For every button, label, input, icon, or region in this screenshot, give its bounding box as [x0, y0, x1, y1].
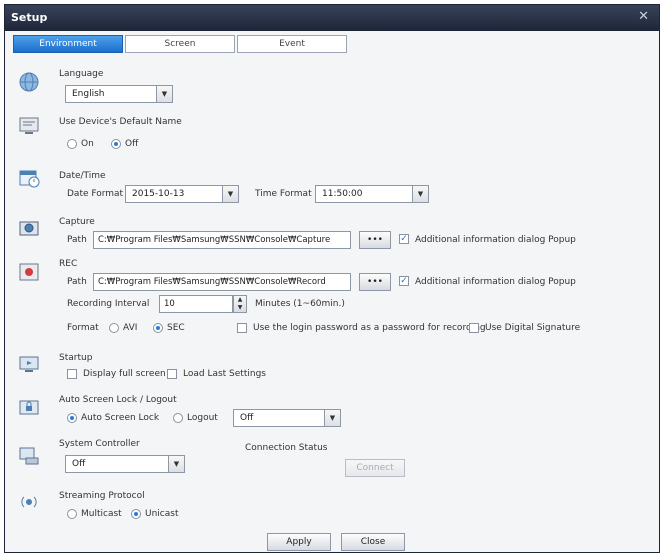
close-button[interactable]: Close	[341, 533, 405, 551]
capture-popup-label: Additional information dialog Popup	[415, 235, 576, 245]
time-format-value: 11:50:00	[322, 189, 363, 199]
lock-screen-icon	[19, 400, 39, 415]
default-name-on-radio[interactable]	[67, 139, 77, 149]
capture-browse-button[interactable]: •••	[359, 231, 391, 249]
rec-browse-button[interactable]: •••	[359, 273, 391, 291]
format-sec-label: SEC	[167, 323, 185, 333]
auto-lock-title: Auto Screen Lock / Logout	[59, 395, 177, 405]
rec-path-label: Path	[67, 277, 87, 287]
time-format-select[interactable]: 11:50:00 ▼	[315, 185, 429, 203]
logout-label: Logout	[187, 413, 218, 423]
connection-status-label: Connection Status	[245, 443, 328, 453]
controller-icon	[19, 447, 39, 465]
format-sec-radio[interactable]	[153, 323, 163, 333]
time-format-label: Time Format	[255, 189, 312, 199]
record-icon	[19, 263, 39, 281]
calendar-icon	[19, 170, 40, 188]
apply-button[interactable]: Apply	[267, 533, 331, 551]
system-controller-select[interactable]: Off ▼	[65, 455, 185, 473]
recording-interval-input[interactable]: 10	[159, 295, 233, 313]
full-screen-label: Display full screen	[83, 369, 166, 379]
tab-event[interactable]: Event	[237, 35, 347, 53]
chevron-down-icon: ▼	[222, 186, 238, 202]
tab-bar: Environment Screen Event	[13, 31, 359, 53]
format-label: Format	[67, 323, 99, 333]
capture-path-input[interactable]: C:₩Program Files₩Samsung₩SSN₩Console₩Cap…	[93, 231, 351, 249]
chevron-down-icon: ▼	[156, 86, 172, 102]
recording-interval-stepper[interactable]: ▲ ▼	[233, 295, 247, 313]
chevron-down-icon: ▼	[324, 410, 340, 426]
streaming-protocol-title: Streaming Protocol	[59, 491, 145, 501]
auto-lock-time-value: Off	[240, 413, 254, 423]
capture-title: Capture	[59, 217, 95, 227]
tab-screen[interactable]: Screen	[125, 35, 235, 53]
default-name-title: Use Device's Default Name	[59, 117, 182, 127]
default-name-off-radio[interactable]	[111, 139, 121, 149]
date-format-label: Date Format	[67, 189, 124, 199]
format-avi-label: AVI	[123, 323, 138, 333]
logout-radio[interactable]	[173, 413, 183, 423]
date-format-select[interactable]: 2015-10-13 ▼	[125, 185, 239, 203]
multicast-label: Multicast	[81, 509, 122, 519]
auto-screen-lock-radio[interactable]	[67, 413, 77, 423]
login-password-label: Use the login password as a password for…	[253, 323, 486, 333]
rec-path-input[interactable]: C:₩Program Files₩Samsung₩SSN₩Console₩Rec…	[93, 273, 351, 291]
globe-icon	[19, 72, 39, 92]
rec-title: REC	[59, 259, 78, 269]
environment-panel: Language English ▼ Use Device's Default …	[9, 55, 655, 535]
capture-popup-checkbox[interactable]: ✓	[399, 234, 409, 244]
rec-popup-label: Additional information dialog Popup	[415, 277, 576, 287]
system-controller-title: System Controller	[59, 439, 140, 449]
digital-signature-checkbox[interactable]	[469, 323, 479, 333]
startup-title: Startup	[59, 353, 93, 363]
rec-popup-checkbox[interactable]: ✓	[399, 276, 409, 286]
default-name-on-label: On	[81, 139, 94, 149]
language-value: English	[72, 89, 105, 99]
multicast-radio[interactable]	[67, 509, 77, 519]
close-icon[interactable]: ✕	[638, 9, 649, 24]
tab-environment[interactable]: Environment	[13, 35, 123, 53]
window-title: Setup	[11, 11, 48, 24]
system-controller-value: Off	[72, 459, 86, 469]
unicast-radio[interactable]	[131, 509, 141, 519]
chevron-down-icon[interactable]: ▼	[234, 304, 246, 312]
auto-lock-time-select[interactable]: Off ▼	[233, 409, 341, 427]
chevron-down-icon: ▼	[168, 456, 184, 472]
language-select[interactable]: English ▼	[65, 85, 173, 103]
monitor-icon	[19, 117, 39, 134]
auto-screen-lock-label: Auto Screen Lock	[81, 413, 160, 423]
recording-interval-unit: Minutes (1~60min.)	[255, 299, 345, 309]
login-password-checkbox[interactable]	[237, 323, 247, 333]
recording-interval-label: Recording Interval	[67, 299, 150, 309]
connect-button[interactable]: Connect	[345, 459, 405, 477]
capture-path-label: Path	[67, 235, 87, 245]
unicast-label: Unicast	[145, 509, 179, 519]
format-avi-radio[interactable]	[109, 323, 119, 333]
default-name-off-label: Off	[125, 139, 139, 149]
title-bar[interactable]: Setup ✕	[5, 5, 659, 31]
digital-signature-label: Use Digital Signature	[485, 323, 581, 333]
load-last-settings-checkbox[interactable]	[167, 369, 177, 379]
chevron-up-icon[interactable]: ▲	[234, 296, 246, 304]
load-last-settings-label: Load Last Settings	[183, 369, 266, 379]
date-format-value: 2015-10-13	[132, 189, 185, 199]
streaming-icon	[21, 496, 37, 508]
chevron-down-icon: ▼	[412, 186, 428, 202]
full-screen-checkbox[interactable]	[67, 369, 77, 379]
language-title: Language	[59, 69, 104, 79]
startup-icon	[19, 356, 39, 372]
datetime-title: Date/Time	[59, 171, 106, 181]
camera-icon	[19, 221, 39, 236]
setup-window: Setup ✕ Environment Screen Event Languag…	[4, 4, 660, 553]
